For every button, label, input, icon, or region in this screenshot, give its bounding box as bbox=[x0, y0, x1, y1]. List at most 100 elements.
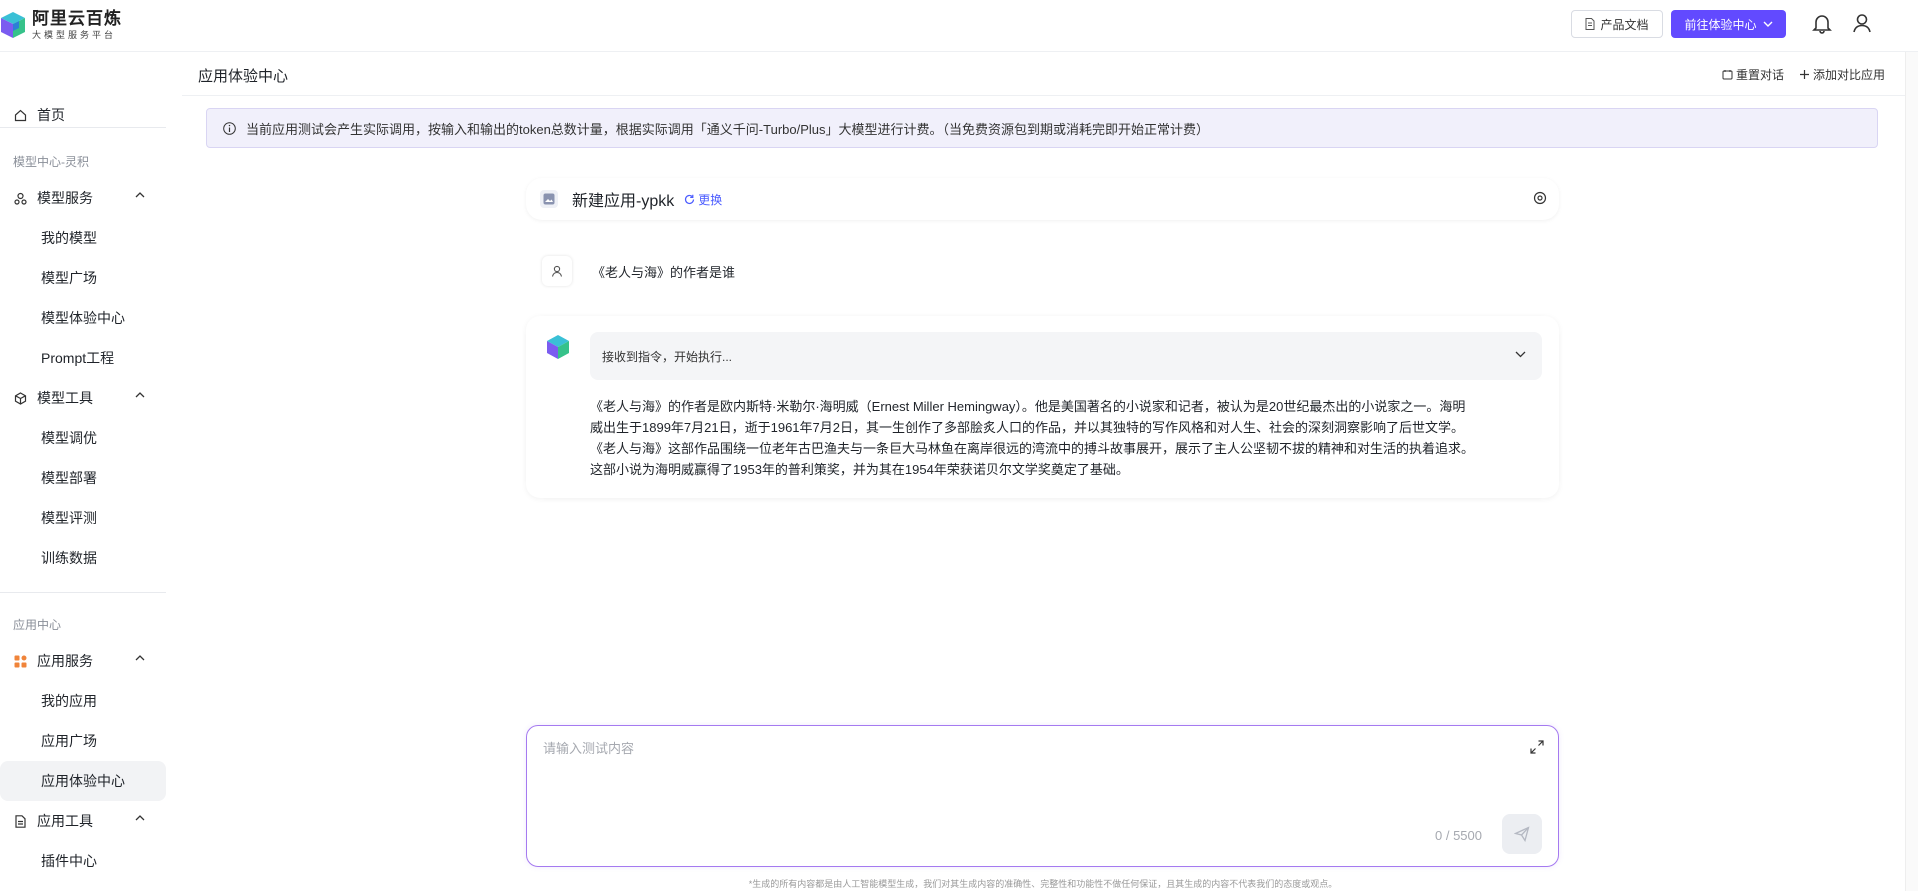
sidebar-item-model-tuning-label: 模型调优 bbox=[41, 430, 97, 446]
sidebar-item-plugin-center[interactable]: 插件中心 bbox=[0, 841, 166, 881]
answer-line: 这部小说为海明威赢得了1953年的普利策奖，并为其在1954年荣获诺贝尔文学奖奠… bbox=[590, 462, 1129, 477]
logo-subtitle: 大模型服务平台 bbox=[32, 30, 117, 40]
reset-icon bbox=[1722, 70, 1733, 80]
test-input-placeholder: 请输入测试内容 bbox=[543, 741, 635, 756]
user-message: 《老人与海》的作者是谁 bbox=[542, 256, 735, 286]
sidebar-item-model-service-label: 模型服务 bbox=[37, 190, 93, 206]
sidebar-item-prompt-label: Prompt工程 bbox=[41, 350, 115, 366]
execution-status-text: 接收到指令，开始执行... bbox=[602, 349, 733, 364]
sidebar-item-model-tuning[interactable]: 模型调优 bbox=[0, 418, 166, 458]
add-compare-app-label: 添加对比应用 bbox=[1813, 68, 1886, 82]
user-profile-icon[interactable] bbox=[1851, 12, 1873, 34]
sidebar-item-train-data[interactable]: 训练数据 bbox=[0, 538, 166, 578]
home-icon bbox=[14, 109, 27, 121]
sidebar-group-app-center: 应用中心 bbox=[13, 618, 62, 632]
sidebar-item-my-apps-label: 我的应用 bbox=[41, 693, 97, 709]
sidebar-item-my-models-label: 我的模型 bbox=[41, 230, 97, 246]
chevron-up-icon bbox=[135, 815, 145, 821]
plus-icon bbox=[1800, 70, 1809, 79]
sidebar-item-app-service[interactable]: 应用服务 bbox=[0, 641, 166, 681]
refresh-icon bbox=[685, 194, 695, 204]
logo[interactable]: 阿里云百炼 大模型服务平台 bbox=[0, 8, 122, 42]
sidebar-item-app-center[interactable]: 应用体验中心 bbox=[0, 761, 166, 801]
sidebar-item-train-data-label: 训练数据 bbox=[41, 550, 97, 566]
main-header: 应用体验中心 重置对话 添加对比应用 bbox=[182, 52, 1918, 96]
sidebar-item-my-models[interactable]: 我的模型 bbox=[0, 218, 166, 258]
goto-experience-center-label: 前往体验中心 bbox=[1684, 17, 1757, 32]
test-input-box[interactable]: 请输入测试内容 0 / 5500 bbox=[526, 725, 1559, 867]
chevron-down-icon bbox=[1515, 351, 1526, 358]
app-selector-bar: 新建应用-ypkk 更换 bbox=[526, 178, 1559, 220]
assistant-answer-card: 接收到指令，开始执行... 《老人与海》的作者是欧内斯特·米勒尔·海明威（Ern… bbox=[526, 316, 1559, 498]
user-icon bbox=[551, 265, 563, 277]
assistant-avatar-icon bbox=[547, 335, 569, 359]
chevron-up-icon bbox=[135, 655, 145, 661]
answer-line: 威出生于1899年7月21日，逝于1961年7月2日，其一生创作了多部脍炙人口的… bbox=[590, 420, 1464, 435]
sidebar-item-model-plaza[interactable]: 模型广场 bbox=[0, 258, 166, 298]
answer-line: 《老人与海》这部作品围绕一位老年古巴渔夫与一条巨大马林鱼在离岸很远的湾流中的搏斗… bbox=[590, 441, 1475, 456]
app-name: 新建应用-ypkk bbox=[572, 193, 675, 210]
expand-icon[interactable] bbox=[1530, 740, 1544, 754]
user-question: 《老人与海》的作者是谁 bbox=[592, 264, 736, 280]
sidebar-item-prompt[interactable]: Prompt工程 bbox=[0, 338, 166, 378]
sidebar-item-app-plaza[interactable]: 应用广场 bbox=[0, 721, 166, 761]
send-button[interactable] bbox=[1502, 814, 1542, 854]
sidebar-item-model-center-label: 模型体验中心 bbox=[41, 310, 125, 326]
bell-icon[interactable] bbox=[1811, 12, 1833, 34]
sidebar-item-model-deploy-label: 模型部署 bbox=[41, 470, 97, 486]
page-title: 应用体验中心 bbox=[198, 68, 289, 85]
sidebar-item-app-plaza-label: 应用广场 bbox=[41, 733, 97, 749]
settings-icon[interactable] bbox=[1533, 191, 1547, 205]
sidebar-item-home-label: 首页 bbox=[37, 107, 65, 123]
app-grid-icon bbox=[14, 655, 27, 667]
reset-conversation-label: 重置对话 bbox=[1736, 68, 1785, 82]
model-service-icon bbox=[14, 192, 27, 205]
sidebar-item-model-service[interactable]: 模型服务 bbox=[0, 178, 166, 218]
document-icon bbox=[15, 814, 26, 828]
sidebar-item-model-eval[interactable]: 模型评测 bbox=[0, 498, 166, 538]
sidebar-item-home[interactable]: 首页 bbox=[0, 95, 166, 135]
document-icon bbox=[1585, 18, 1595, 30]
product-docs-label: 产品文档 bbox=[1600, 17, 1649, 32]
send-icon bbox=[1514, 826, 1530, 842]
sidebar: 首页 模型中心-灵积 模型服务 我的模型 模型广场 模型体验中心 Prompt工… bbox=[0, 52, 166, 891]
sidebar-item-plugin-center-label: 插件中心 bbox=[41, 853, 97, 869]
app-image-icon bbox=[540, 190, 558, 208]
sidebar-divider bbox=[0, 592, 166, 593]
answer-text: 《老人与海》的作者是欧内斯特·米勒尔·海明威（Ernest Miller Hem… bbox=[590, 396, 1535, 480]
sidebar-item-model-deploy[interactable]: 模型部署 bbox=[0, 458, 166, 498]
chevron-down-icon bbox=[1763, 21, 1772, 27]
top-bar: 阿里云百炼 大模型服务平台 产品文档 前往体验中心 bbox=[0, 0, 1918, 52]
cube-icon bbox=[14, 391, 27, 405]
replace-app-button[interactable]: 更换 bbox=[684, 191, 722, 208]
sidebar-item-app-service-label: 应用服务 bbox=[37, 653, 93, 669]
execution-status-collapse[interactable]: 接收到指令，开始执行... bbox=[590, 332, 1542, 380]
sidebar-item-app-center-label: 应用体验中心 bbox=[41, 773, 125, 789]
replace-app-label: 更换 bbox=[698, 192, 723, 207]
char-counter: 0 / 5500 bbox=[1435, 828, 1482, 843]
sidebar-item-my-apps[interactable]: 我的应用 bbox=[0, 681, 166, 721]
page-scrollbar[interactable] bbox=[1905, 52, 1918, 891]
add-compare-app-button[interactable]: 添加对比应用 bbox=[1799, 66, 1885, 83]
sidebar-item-model-tools[interactable]: 模型工具 bbox=[0, 378, 166, 418]
sidebar-divider bbox=[0, 127, 166, 128]
sidebar-item-app-tools-label: 应用工具 bbox=[37, 813, 93, 829]
sidebar-item-app-tools[interactable]: 应用工具 bbox=[0, 801, 166, 841]
chevron-up-icon bbox=[135, 392, 145, 398]
sidebar-group-model-center: 模型中心-灵积 bbox=[13, 155, 89, 169]
answer-line: 《老人与海》的作者是欧内斯特·米勒尔·海明威（Ernest Miller Hem… bbox=[590, 399, 1466, 414]
billing-notice-text: 当前应用测试会产生实际调用，按输入和输出的token总数计量，根据实际调用「通义… bbox=[246, 121, 1210, 137]
reset-conversation-button[interactable]: 重置对话 bbox=[1722, 66, 1784, 83]
main-content: 应用体验中心 重置对话 添加对比应用 当前应用测试会产生实际调用，按输入和输出的… bbox=[182, 52, 1918, 891]
sidebar-item-model-plaza-label: 模型广场 bbox=[41, 270, 97, 286]
ai-disclaimer: *生成的所有内容都是由人工智能模型生成，我们对其生成内容的准确性、完整性和功能性… bbox=[748, 879, 1338, 889]
sidebar-item-model-center[interactable]: 模型体验中心 bbox=[0, 298, 166, 338]
user-avatar bbox=[542, 256, 572, 286]
info-icon bbox=[223, 121, 236, 135]
product-docs-button[interactable]: 产品文档 bbox=[1571, 10, 1663, 38]
sidebar-item-model-eval-label: 模型评测 bbox=[41, 510, 97, 526]
billing-notice: 当前应用测试会产生实际调用，按输入和输出的token总数计量，根据实际调用「通义… bbox=[206, 108, 1878, 148]
goto-experience-center-button[interactable]: 前往体验中心 bbox=[1671, 10, 1786, 38]
chevron-up-icon bbox=[135, 192, 145, 198]
logo-cube-icon bbox=[1, 12, 25, 38]
